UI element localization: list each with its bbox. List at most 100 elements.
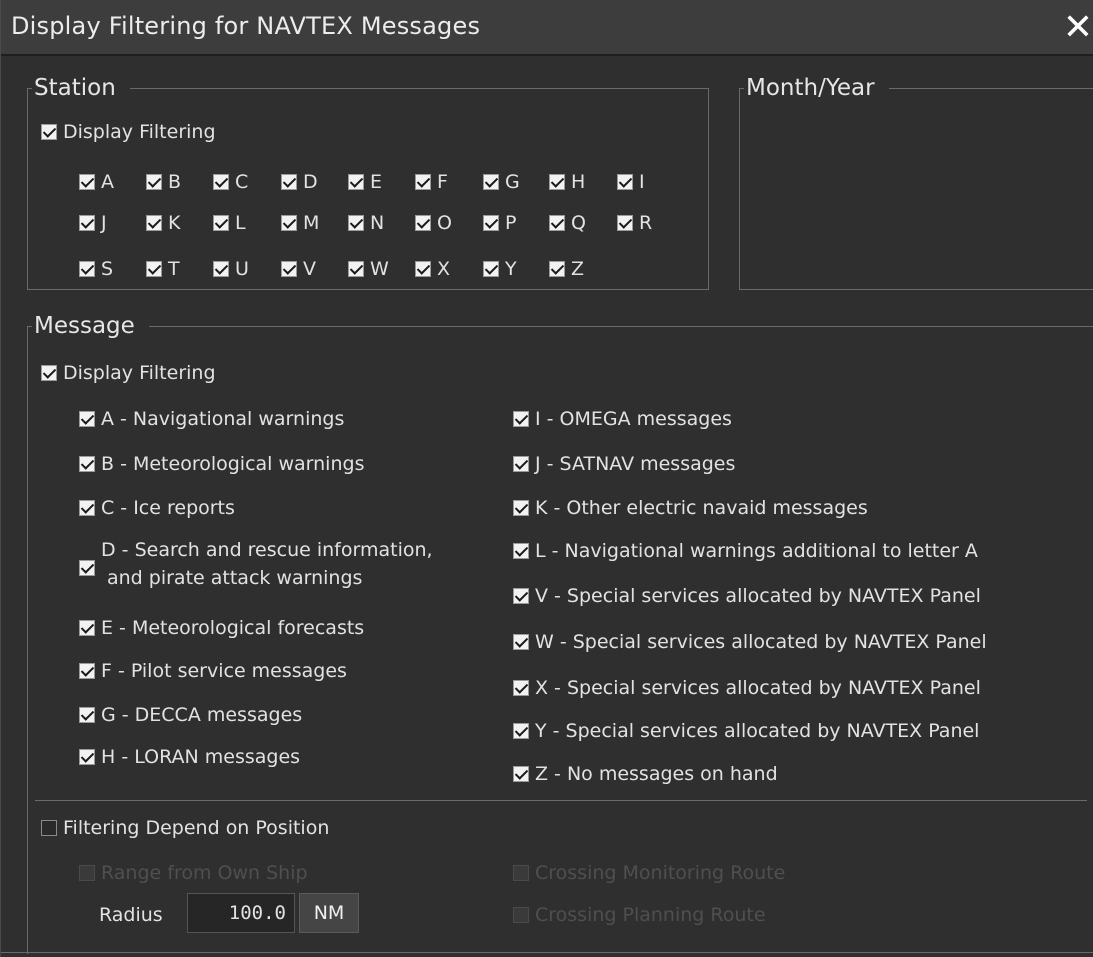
checkbox-label: Display Filtering xyxy=(63,121,216,143)
checkbox-icon xyxy=(41,124,57,140)
checkbox-icon xyxy=(281,174,297,190)
msg-g-checkbox[interactable]: G - DECCA messages xyxy=(79,704,302,726)
station-letter-u-checkbox[interactable]: U xyxy=(213,258,249,280)
msg-a-checkbox[interactable]: A - Navigational warnings xyxy=(79,408,344,430)
month-year-group: Month/Year xyxy=(739,73,1093,290)
checkbox-label: J xyxy=(101,212,107,234)
checkbox-label: V - Special services allocated by NAVTEX… xyxy=(535,585,981,607)
checkbox-label: L - Navigational warnings additional to … xyxy=(535,540,978,562)
filtering-depend-on-position-checkbox[interactable]: Filtering Depend on Position xyxy=(41,817,329,839)
checkbox-icon xyxy=(513,766,529,782)
checkbox-label: B xyxy=(168,171,182,193)
msg-x-checkbox[interactable]: X - Special services allocated by NAVTEX… xyxy=(513,677,981,699)
crossing-planning-route-checkbox: Crossing Planning Route xyxy=(513,904,766,926)
station-letter-r-checkbox[interactable]: R xyxy=(617,212,652,234)
checkbox-label: Range from Own Ship xyxy=(101,862,308,884)
checkbox-label: G - DECCA messages xyxy=(101,704,303,726)
station-letter-w-checkbox[interactable]: W xyxy=(348,258,389,280)
checkbox-icon xyxy=(79,663,95,679)
checkbox-icon xyxy=(146,215,162,231)
station-letter-c-checkbox[interactable]: C xyxy=(213,171,248,193)
station-letter-s-checkbox[interactable]: S xyxy=(79,258,113,280)
checkbox-icon xyxy=(79,411,95,427)
msg-b-checkbox[interactable]: B - Meteorological warnings xyxy=(79,453,364,475)
msg-z-checkbox[interactable]: Z - No messages on hand xyxy=(513,763,778,785)
msg-c-checkbox[interactable]: C - Ice reports xyxy=(79,497,235,519)
checkbox-icon xyxy=(348,174,364,190)
checkbox-label: Z - No messages on hand xyxy=(535,763,778,785)
station-letter-i-checkbox[interactable]: I xyxy=(617,171,645,193)
checkbox-label: N xyxy=(370,212,385,234)
station-letter-o-checkbox[interactable]: O xyxy=(415,212,452,234)
checkbox-label: Crossing Planning Route xyxy=(535,904,766,926)
station-letter-e-checkbox[interactable]: E xyxy=(348,171,382,193)
msg-v-checkbox[interactable]: V - Special services allocated by NAVTEX… xyxy=(513,585,981,607)
station-letter-h-checkbox[interactable]: H xyxy=(549,171,585,193)
checkbox-label: Z xyxy=(571,258,585,280)
checkbox-icon xyxy=(41,365,57,381)
station-letter-v-checkbox[interactable]: V xyxy=(281,258,316,280)
msg-d-checkbox[interactable]: D - Search and rescue information, and p… xyxy=(79,536,433,592)
msg-w-checkbox[interactable]: W - Special services allocated by NAVTEX… xyxy=(513,631,987,653)
radius-unit-button[interactable]: NM xyxy=(299,893,359,933)
station-letter-g-checkbox[interactable]: G xyxy=(483,171,520,193)
station-letter-q-checkbox[interactable]: Q xyxy=(549,212,586,234)
msg-h-checkbox[interactable]: H - LORAN messages xyxy=(79,746,300,768)
checkbox-icon xyxy=(348,215,364,231)
msg-e-checkbox[interactable]: E - Meteorological forecasts xyxy=(79,617,364,639)
msg-l-checkbox[interactable]: L - Navigational warnings additional to … xyxy=(513,540,978,562)
checkbox-icon xyxy=(513,907,529,923)
checkbox-icon xyxy=(79,560,95,576)
checkbox-icon xyxy=(415,261,431,277)
navtex-filter-dialog: Display Filtering for NAVTEX Messages ✕ … xyxy=(0,0,1093,957)
msg-i-checkbox[interactable]: I - OMEGA messages xyxy=(513,408,732,430)
station-letter-b-checkbox[interactable]: B xyxy=(146,171,181,193)
station-letter-k-checkbox[interactable]: K xyxy=(146,212,180,234)
message-display-filtering-checkbox[interactable]: Display Filtering xyxy=(41,362,216,384)
checkbox-icon xyxy=(79,707,95,723)
station-letter-p-checkbox[interactable]: P xyxy=(483,212,516,234)
checkbox-label: I xyxy=(639,171,645,193)
station-letter-a-checkbox[interactable]: A xyxy=(79,171,114,193)
close-icon[interactable]: ✕ xyxy=(1060,10,1093,46)
checkbox-label: A xyxy=(101,171,114,193)
checkbox-label: L xyxy=(235,212,246,234)
checkbox-label: M xyxy=(303,212,320,234)
station-legend: Station xyxy=(32,73,130,103)
station-display-filtering-checkbox[interactable]: Display Filtering xyxy=(41,121,216,143)
station-letter-x-checkbox[interactable]: X xyxy=(415,258,450,280)
station-letter-f-checkbox[interactable]: F xyxy=(415,171,448,193)
station-letter-t-checkbox[interactable]: T xyxy=(146,258,180,280)
checkbox-label: K xyxy=(168,212,181,234)
checkbox-label-block: D - Search and rescue information, and p… xyxy=(101,536,433,592)
msg-k-checkbox[interactable]: K - Other electric navaid messages xyxy=(513,497,868,519)
station-letter-l-checkbox[interactable]: L xyxy=(213,212,246,234)
checkbox-icon xyxy=(483,174,499,190)
radius-input[interactable] xyxy=(187,893,295,933)
checkbox-icon xyxy=(79,215,95,231)
checkbox-label: Crossing Monitoring Route xyxy=(535,862,786,884)
station-letter-j-checkbox[interactable]: J xyxy=(79,212,107,234)
msg-j-checkbox[interactable]: J - SATNAV messages xyxy=(513,453,735,475)
station-letter-d-checkbox[interactable]: D xyxy=(281,171,318,193)
station-letter-y-checkbox[interactable]: Y xyxy=(483,258,517,280)
checkbox-icon xyxy=(483,215,499,231)
station-letter-m-checkbox[interactable]: M xyxy=(281,212,319,234)
checkbox-label-line2: and pirate attack warnings xyxy=(107,567,363,589)
checkbox-icon xyxy=(213,174,229,190)
checkbox-icon xyxy=(213,215,229,231)
checkbox-icon xyxy=(513,543,529,559)
checkbox-label: W - Special services allocated by NAVTEX… xyxy=(535,631,987,653)
radius-label: Radius xyxy=(99,904,163,926)
checkbox-label: A - Navigational warnings xyxy=(101,408,345,430)
checkbox-icon xyxy=(415,215,431,231)
station-letter-z-checkbox[interactable]: Z xyxy=(549,258,584,280)
checkbox-label: K - Other electric navaid messages xyxy=(535,497,868,519)
station-letter-n-checkbox[interactable]: N xyxy=(348,212,384,234)
checkbox-label: E xyxy=(370,171,383,193)
checkbox-label: Q xyxy=(571,212,586,234)
msg-y-checkbox[interactable]: Y - Special services allocated by NAVTEX… xyxy=(513,720,979,742)
checkbox-icon xyxy=(513,680,529,696)
msg-f-checkbox[interactable]: F - Pilot service messages xyxy=(79,660,347,682)
message-legend: Message xyxy=(32,311,149,341)
